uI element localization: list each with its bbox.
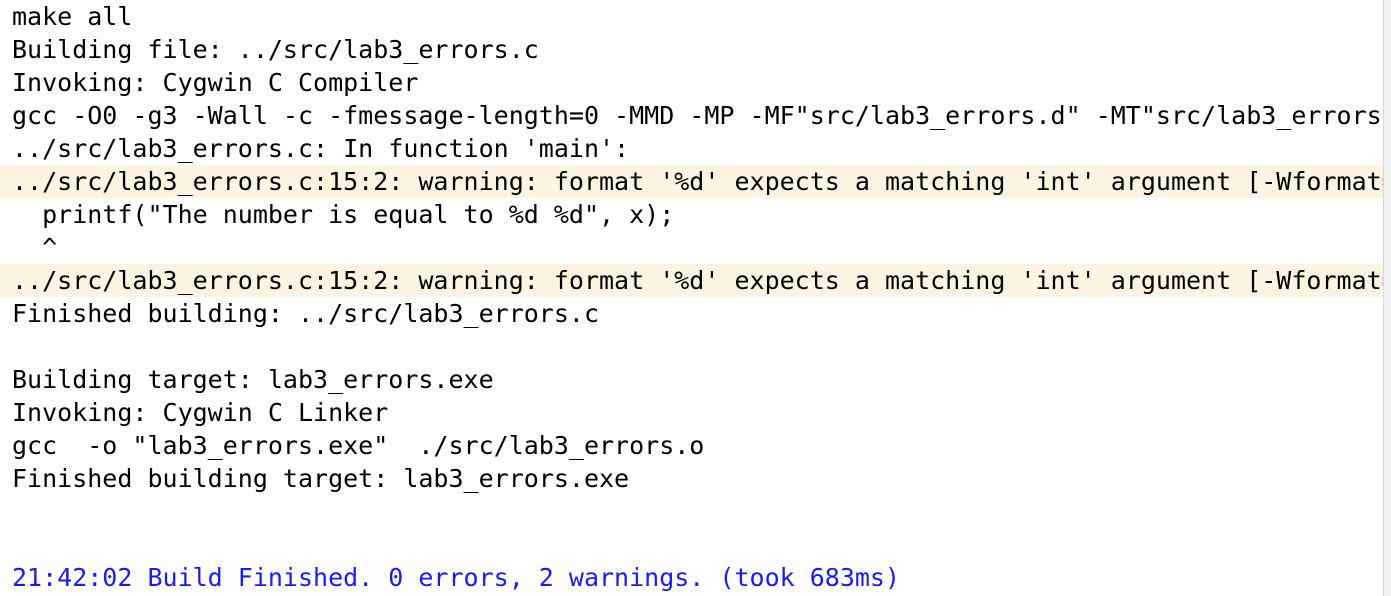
console-line: Building target: lab3_errors.exe <box>12 365 494 394</box>
console-line: printf("The number is equal to %d %d", x… <box>12 200 675 229</box>
console-line: Building file: ../src/lab3_errors.c <box>12 35 539 64</box>
console-line: Finished building: ../src/lab3_errors.c <box>12 299 599 328</box>
console-line: gcc -o "lab3_errors.exe" ./src/lab3_erro… <box>12 431 705 460</box>
warning-line[interactable]: ../src/lab3_errors.c:15:2: warning: form… <box>0 165 1384 198</box>
console-line: Invoking: Cygwin C Linker <box>12 398 389 427</box>
console-line: ../src/lab3_errors.c: In function 'main'… <box>12 134 630 163</box>
build-status-line: 21:42:02 Build Finished. 0 errors, 2 war… <box>12 563 901 592</box>
console-line: make all <box>12 2 133 31</box>
warning-line[interactable]: ../src/lab3_errors.c:15:2: warning: form… <box>0 264 1384 297</box>
vertical-scrollbar[interactable] <box>1383 0 1391 596</box>
console-line: gcc -O0 -g3 -Wall -c -fmessage-length=0 … <box>12 101 1384 130</box>
console-line: Invoking: Cygwin C Compiler <box>12 68 419 97</box>
build-console-output[interactable]: make all Building file: ../src/lab3_erro… <box>0 0 1384 596</box>
console-line: Finished building target: lab3_errors.ex… <box>12 464 630 493</box>
console-line: ^ <box>12 233 58 262</box>
